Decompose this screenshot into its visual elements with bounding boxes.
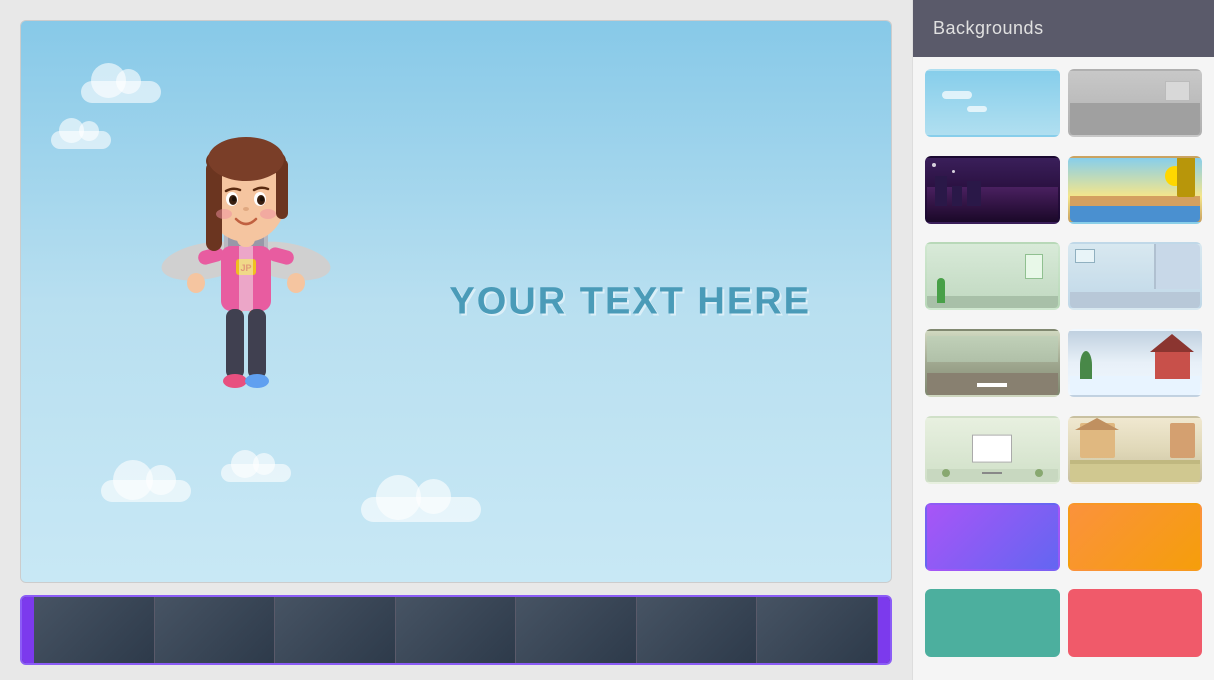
office-green-detail (927, 244, 1058, 308)
character-area: JP (121, 61, 371, 461)
timeline-frame-7[interactable] (757, 597, 878, 663)
bg-thumb-presentation[interactable] (925, 416, 1060, 484)
backgrounds-grid (913, 57, 1214, 680)
cloud-2 (51, 131, 111, 149)
office-plant (937, 278, 945, 303)
house-fence-detail (1070, 418, 1201, 482)
pres-plant-1 (942, 469, 950, 477)
road-scene-detail (927, 331, 1058, 395)
road-line (977, 383, 1007, 387)
winter-house (1155, 349, 1190, 379)
sky-cloud-2 (967, 106, 987, 112)
beach-sand (1070, 196, 1201, 206)
beach-scene-detail (1070, 158, 1201, 222)
star-1 (932, 163, 936, 167)
timeline-handle-right[interactable] (878, 597, 890, 663)
bg-thumb-road[interactable] (925, 329, 1060, 397)
character-svg: JP (136, 71, 356, 451)
office-gray-scene-detail (1070, 71, 1201, 135)
bg-thumb-teal-solid[interactable] (925, 589, 1060, 657)
fence-rail (1070, 460, 1201, 464)
modern-room-detail (1070, 244, 1201, 308)
timeline-strip[interactable] (20, 595, 892, 665)
preview-canvas[interactable]: JP (20, 20, 892, 583)
timeline-frame-6[interactable] (637, 597, 758, 663)
bg-thumb-purple-gradient[interactable] (925, 503, 1060, 571)
right-panel: Backgrounds (912, 0, 1214, 680)
house-lawn (1070, 463, 1201, 482)
bg-thumb-winter[interactable] (1068, 329, 1203, 397)
timeline-handle-left[interactable] (22, 597, 34, 663)
sky-scene-detail (927, 71, 1058, 135)
bg-thumb-coral-solid[interactable] (1068, 589, 1203, 657)
house-roof (1075, 418, 1119, 430)
building-2 (952, 186, 962, 206)
building-3 (967, 181, 981, 206)
night-city-detail (927, 158, 1058, 222)
room-frame (1075, 249, 1095, 263)
sky-cloud-1 (942, 91, 972, 99)
bg-thumb-office-gray[interactable] (1068, 69, 1203, 137)
panel-header: Backgrounds (913, 0, 1214, 57)
star-2 (952, 170, 955, 173)
cloud-4 (221, 464, 291, 482)
room-wall-panel (1154, 244, 1200, 289)
pres-board (972, 434, 1012, 462)
road-hills (927, 336, 1058, 362)
room-floor (1070, 292, 1201, 308)
timeline-frame-2[interactable] (155, 597, 276, 663)
house-2 (1170, 423, 1195, 458)
timeline-frames (34, 597, 878, 663)
bg-thumb-office-green[interactable] (925, 242, 1060, 310)
office-window (1165, 81, 1190, 101)
pres-plant-2 (1035, 469, 1043, 477)
panel-title: Backgrounds (933, 18, 1044, 38)
timeline-frame-5[interactable] (516, 597, 637, 663)
bg-thumb-orange-gradient[interactable] (1068, 503, 1203, 571)
floor-green (927, 296, 1058, 309)
cloud-5 (361, 497, 481, 522)
office-floor (1070, 103, 1201, 135)
timeline-frame-1[interactable] (34, 597, 155, 663)
winter-tree (1080, 351, 1092, 379)
canvas-text-overlay[interactable]: YOUR TEXT HERE (449, 280, 811, 323)
presentation-detail (927, 418, 1058, 482)
bg-thumb-house-fence[interactable] (1068, 416, 1203, 484)
bg-thumb-sky[interactable] (925, 69, 1060, 137)
bg-thumb-beach[interactable] (1068, 156, 1203, 224)
cloud-3 (101, 480, 191, 502)
frame (1025, 254, 1043, 279)
bg-thumb-night-city[interactable] (925, 156, 1060, 224)
pres-stand (982, 472, 1002, 474)
main-area: JP (0, 0, 912, 680)
rock (1177, 157, 1195, 197)
winter-scene-detail (1070, 331, 1201, 395)
bg-thumb-modern-room[interactable] (1068, 242, 1203, 310)
building-1 (935, 176, 947, 206)
timeline-frame-4[interactable] (396, 597, 517, 663)
timeline-frame-3[interactable] (275, 597, 396, 663)
